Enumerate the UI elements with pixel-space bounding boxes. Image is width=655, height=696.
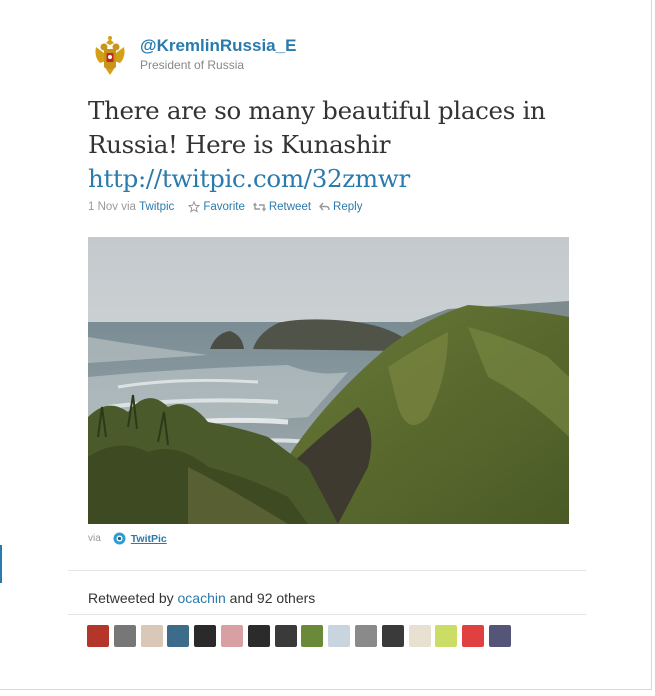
coat-of-arms-icon bbox=[95, 36, 125, 75]
avatar[interactable] bbox=[88, 34, 132, 78]
retweeter-avatar[interactable] bbox=[274, 625, 297, 647]
retweeter-avatar[interactable] bbox=[462, 625, 485, 647]
retweeter-avatar[interactable] bbox=[247, 625, 270, 647]
star-icon bbox=[188, 201, 201, 213]
retweeter-avatar[interactable] bbox=[328, 625, 351, 647]
divider bbox=[68, 614, 586, 615]
retweeted-by-prefix: Retweeted by bbox=[88, 590, 174, 606]
media-via-label: via bbox=[88, 533, 101, 544]
retweet-icon bbox=[252, 202, 266, 212]
source-link[interactable]: Twitpic bbox=[139, 201, 174, 213]
retweeter-avatars bbox=[87, 625, 516, 647]
retweeted-by-suffix: and 92 others bbox=[229, 590, 316, 606]
favorite-button[interactable]: Favorite bbox=[188, 201, 245, 213]
retweeted-by: Retweeted by ocachin and 92 others bbox=[88, 590, 315, 606]
retweeter-avatar[interactable] bbox=[488, 625, 511, 647]
landscape-photo bbox=[88, 237, 569, 524]
retweeter-avatar[interactable] bbox=[381, 625, 404, 647]
retweeter-link[interactable]: ocachin bbox=[178, 590, 226, 606]
retweeter-avatar[interactable] bbox=[435, 625, 458, 647]
retweeter-avatar[interactable] bbox=[408, 625, 431, 647]
twitpic-link[interactable]: TwitPic bbox=[131, 533, 167, 545]
account-names: @KremlinRussia_E President of Russia bbox=[140, 34, 296, 74]
tweet-text: There are so many beautiful places in Ru… bbox=[88, 94, 588, 196]
retweeter-avatar[interactable] bbox=[354, 625, 377, 647]
reply-arrow-icon bbox=[319, 202, 330, 211]
tweet-photo[interactable] bbox=[88, 237, 569, 524]
media-attribution: via TwitPic bbox=[88, 532, 167, 545]
tweet-body: There are so many beautiful places in Ru… bbox=[88, 96, 546, 159]
timestamp-link[interactable]: 1 Nov bbox=[88, 201, 118, 213]
left-edge-accent bbox=[0, 545, 2, 583]
retweeter-avatar[interactable] bbox=[301, 625, 324, 647]
retweet-label: Retweet bbox=[268, 201, 312, 213]
retweeter-avatar[interactable] bbox=[140, 625, 163, 647]
retweeter-avatar[interactable] bbox=[167, 625, 190, 647]
tweet-meta: 1 Nov via Twitpic Favorite Retweet Reply bbox=[88, 201, 370, 213]
via-label: via bbox=[121, 201, 136, 213]
retweeter-avatar[interactable] bbox=[87, 625, 109, 647]
retweeter-avatar[interactable] bbox=[220, 625, 243, 647]
tweet-card: @KremlinRussia_E President of Russia The… bbox=[0, 0, 652, 690]
retweet-button[interactable]: Retweet bbox=[252, 201, 312, 213]
screen-name-link[interactable]: @KremlinRussia_E bbox=[140, 36, 296, 56]
favorite-label: Favorite bbox=[203, 201, 245, 213]
divider bbox=[68, 570, 586, 571]
tweet-header: @KremlinRussia_E President of Russia bbox=[88, 34, 296, 84]
full-name: President of Russia bbox=[140, 58, 245, 72]
reply-label: Reply bbox=[333, 201, 363, 213]
retweeter-avatar[interactable] bbox=[113, 625, 136, 647]
reply-button[interactable]: Reply bbox=[319, 201, 362, 213]
tweet-link[interactable]: http://twitpic.com/32zmwr bbox=[88, 164, 410, 193]
twitpic-logo-icon bbox=[113, 532, 126, 545]
retweeter-avatar[interactable] bbox=[194, 625, 217, 647]
